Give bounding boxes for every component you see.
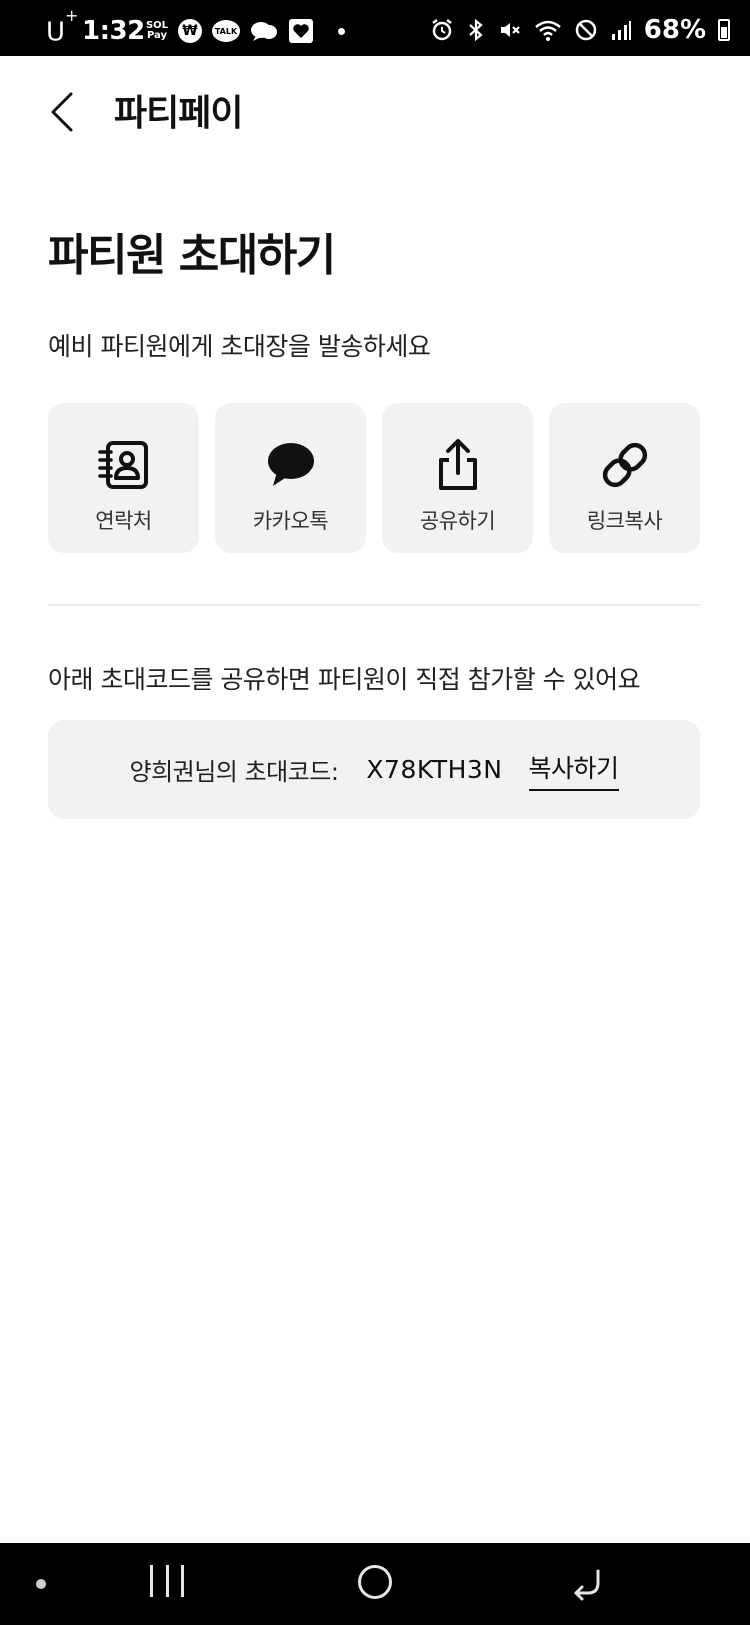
link-icon (597, 437, 653, 493)
page-subtitle: 예비 파티원에게 초대장을 발송하세요 (48, 332, 431, 361)
alarm-icon (430, 18, 454, 42)
share-kakaotalk-label: 카카오톡 (252, 509, 329, 533)
contacts-icon (96, 437, 152, 493)
mute-icon (498, 18, 522, 42)
copy-link-label: 링크복사 (586, 509, 663, 533)
back-arrow-icon (574, 1569, 600, 1601)
won-icon: ₩ (178, 19, 202, 43)
back-button[interactable] (40, 84, 84, 140)
notification-icons: SOL Pay ₩ TALK (146, 18, 345, 44)
bluetooth-icon (466, 18, 486, 42)
share-options: 연락처 카카오톡 공유하기 링크복사 (48, 403, 700, 553)
kakaotalk-notification-icon: TALK (212, 20, 240, 42)
share-contacts-label: 연락처 (95, 509, 152, 533)
battery-icon (718, 19, 730, 41)
system-icons: 68% (430, 16, 730, 44)
more-notifications-dot (338, 27, 345, 35)
invite-code-description: 아래 초대코드를 공유하면 파티원이 직접 참가할 수 있어요 (48, 665, 641, 694)
wifi-icon (534, 18, 562, 42)
chevron-left-icon (51, 92, 73, 132)
kakaotalk-icon (263, 437, 319, 493)
share-system-label: 공유하기 (419, 509, 496, 533)
do-not-disturb-icon (574, 18, 598, 42)
invite-code-value: X78KTH3N (366, 755, 503, 784)
signal-icon (610, 18, 632, 42)
header-title: 파티페이 (114, 93, 243, 134)
battery-percentage: 68% (643, 15, 706, 45)
nav-indicator-dot (36, 1579, 46, 1589)
invite-code-label: 양희권님의 초대코드: (129, 758, 339, 786)
share-icon (430, 437, 486, 493)
navigation-bar (0, 1543, 750, 1625)
page-title: 파티원 초대하기 (48, 230, 336, 281)
share-kakaotalk-button[interactable]: 카카오톡 (215, 403, 366, 553)
heart-app-icon (288, 18, 314, 44)
recent-apps-icon (150, 1565, 153, 1597)
share-system-button[interactable]: 공유하기 (382, 403, 533, 553)
carrier-label: U+ (46, 6, 79, 48)
clock: 1:32 (82, 16, 145, 46)
status-bar: U+ 1:32 SOL Pay ₩ TALK 68% (0, 0, 750, 56)
divider (48, 604, 700, 606)
copy-code-button[interactable]: 복사하기 (528, 749, 619, 791)
chat-bubble-icon (250, 20, 278, 42)
home-button[interactable] (358, 1565, 392, 1599)
system-back-button[interactable] (568, 1563, 608, 1603)
recent-apps-button[interactable] (150, 1565, 184, 1601)
copy-link-button[interactable]: 링크복사 (549, 403, 700, 553)
app-header: 파티페이 (0, 56, 750, 176)
share-contacts-button[interactable]: 연락처 (48, 403, 199, 553)
invite-code-box: 양희권님의 초대코드: X78KTH3N 복사하기 (48, 720, 700, 819)
sol-pay-icon: SOL Pay (145, 20, 169, 41)
